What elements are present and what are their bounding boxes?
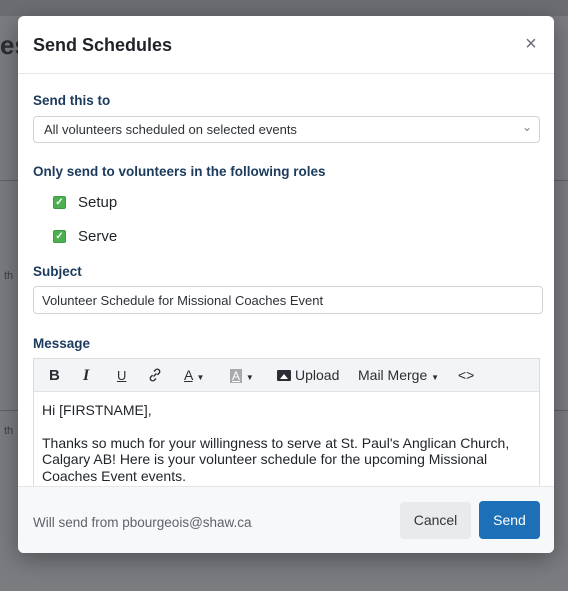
modal-title: Send Schedules	[33, 35, 173, 55]
roles-label: Only send to volunteers in the following…	[33, 164, 326, 179]
message-body[interactable]: Hi [FIRSTNAME], Thanks so much for your …	[34, 392, 539, 489]
mail-merge-dropdown[interactable]: Mail Merge ▼	[358, 359, 439, 392]
highlight-button[interactable]: A ▼	[230, 359, 254, 392]
modal-footer: Will send from pbourgeois@shaw.ca Cancel…	[18, 486, 554, 553]
background-text-fragment: th	[4, 425, 14, 437]
highlight-letter: A	[230, 369, 243, 383]
message-greeting: Hi [FIRSTNAME],	[42, 402, 152, 418]
message-paragraph: Thanks so much for your willingness to s…	[42, 434, 510, 484]
sender-info: Will send from pbourgeois@shaw.ca	[33, 515, 252, 530]
role-label: Serve	[78, 227, 118, 245]
send-to-select[interactable]: All volunteers scheduled on selected eve…	[33, 116, 540, 143]
background-header	[0, 0, 568, 16]
subject-label: Subject	[33, 264, 82, 279]
send-button[interactable]: Send	[479, 501, 540, 539]
font-color-button[interactable]: A ▼	[184, 359, 204, 392]
underline-button[interactable]: U	[117, 359, 126, 392]
send-schedules-modal: Send Schedules × Send this to All volunt…	[18, 16, 554, 553]
bold-button[interactable]: B	[49, 359, 60, 392]
chevron-down-icon: ⌄	[521, 120, 532, 134]
close-icon[interactable]: ×	[520, 32, 542, 56]
role-option-serve[interactable]: ✓ Serve	[53, 226, 117, 246]
message-editor: B I U A ▼ A ▼ Upload Mail Merge ▼ <> Hi …	[33, 358, 540, 488]
link-icon[interactable]	[147, 359, 163, 392]
background-text-fragment: th	[4, 270, 14, 282]
upload-button[interactable]: Upload	[277, 359, 339, 392]
caret-down-icon: ▼	[431, 373, 440, 382]
code-view-button[interactable]: <>	[458, 359, 474, 392]
role-option-setup[interactable]: ✓ Setup	[53, 192, 117, 212]
send-to-label: Send this to	[33, 93, 111, 108]
editor-toolbar: B I U A ▼ A ▼ Upload Mail Merge ▼ <>	[34, 359, 539, 392]
message-label: Message	[33, 336, 91, 351]
caret-down-icon: ▼	[196, 373, 205, 382]
role-label: Setup	[78, 193, 118, 211]
send-to-selected-value: All volunteers scheduled on selected eve…	[44, 122, 297, 137]
image-upload-icon	[277, 370, 291, 381]
upload-label: Upload	[295, 367, 340, 383]
checkbox-checked-icon[interactable]: ✓	[53, 195, 66, 209]
subject-input[interactable]: Volunteer Schedule for Missional Coaches…	[33, 286, 543, 314]
mail-merge-label: Mail Merge	[358, 367, 428, 383]
italic-button[interactable]: I	[83, 359, 89, 392]
font-color-letter: A	[184, 367, 193, 383]
checkbox-checked-icon[interactable]: ✓	[53, 229, 66, 243]
caret-down-icon: ▼	[245, 373, 254, 382]
cancel-button[interactable]: Cancel	[400, 502, 471, 539]
modal-header: Send Schedules ×	[18, 16, 554, 74]
